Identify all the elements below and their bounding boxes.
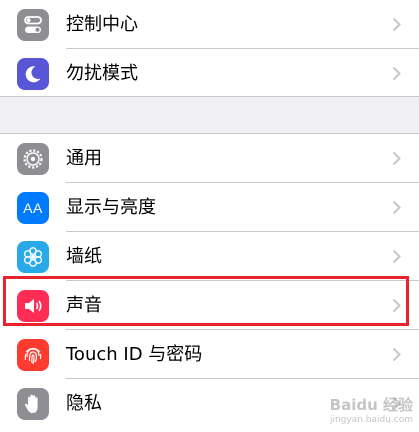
settings-row-label: 声音 [66, 295, 102, 316]
settings-row-sounds[interactable]: 声音 [0, 281, 419, 330]
settings-row-label: 隐私 [66, 393, 102, 414]
gear-icon [17, 143, 49, 175]
chevron-right-icon [392, 151, 401, 166]
moon-icon [17, 58, 49, 90]
watermark-text: Baidu 经验 [329, 396, 413, 414]
settings-row-wallpaper[interactable]: 墙纸 [0, 232, 419, 281]
text-size-icon: AA [17, 192, 49, 224]
settings-row-do-not-disturb[interactable]: 勿扰模式 [0, 49, 419, 98]
settings-row-general[interactable]: 通用 [0, 134, 419, 183]
settings-row-label: 墙纸 [66, 246, 102, 267]
settings-row-label: 通用 [66, 148, 102, 169]
settings-group-2: 通用 AA 显示与亮度 墙纸 声音 Touch ID 与密码 隐私 [0, 133, 419, 432]
control-center-icon [17, 9, 49, 41]
wallpaper-flower-icon [17, 241, 49, 273]
chevron-right-icon [392, 249, 401, 264]
chevron-right-icon [392, 17, 401, 32]
watermark-subtext: jingyan.baidu.com [329, 415, 413, 425]
settings-row-label: 控制中心 [66, 14, 138, 35]
watermark: Baidu 经验 jingyan.baidu.com [330, 394, 413, 425]
settings-row-label: 显示与亮度 [66, 197, 156, 218]
settings-row-display-brightness[interactable]: AA 显示与亮度 [0, 183, 419, 232]
settings-row-control-center[interactable]: 控制中心 [0, 0, 419, 49]
chevron-right-icon [392, 298, 401, 313]
hand-icon [17, 388, 49, 420]
speaker-icon [17, 290, 49, 322]
chevron-right-icon [392, 200, 401, 215]
settings-row-label: 勿扰模式 [66, 63, 138, 84]
chevron-right-icon [392, 347, 401, 362]
settings-row-touch-id[interactable]: Touch ID 与密码 [0, 330, 419, 379]
settings-row-label: Touch ID 与密码 [66, 344, 203, 365]
fingerprint-icon [17, 339, 49, 371]
chevron-right-icon [392, 66, 401, 81]
settings-group-1: 控制中心 勿扰模式 [0, 0, 419, 97]
